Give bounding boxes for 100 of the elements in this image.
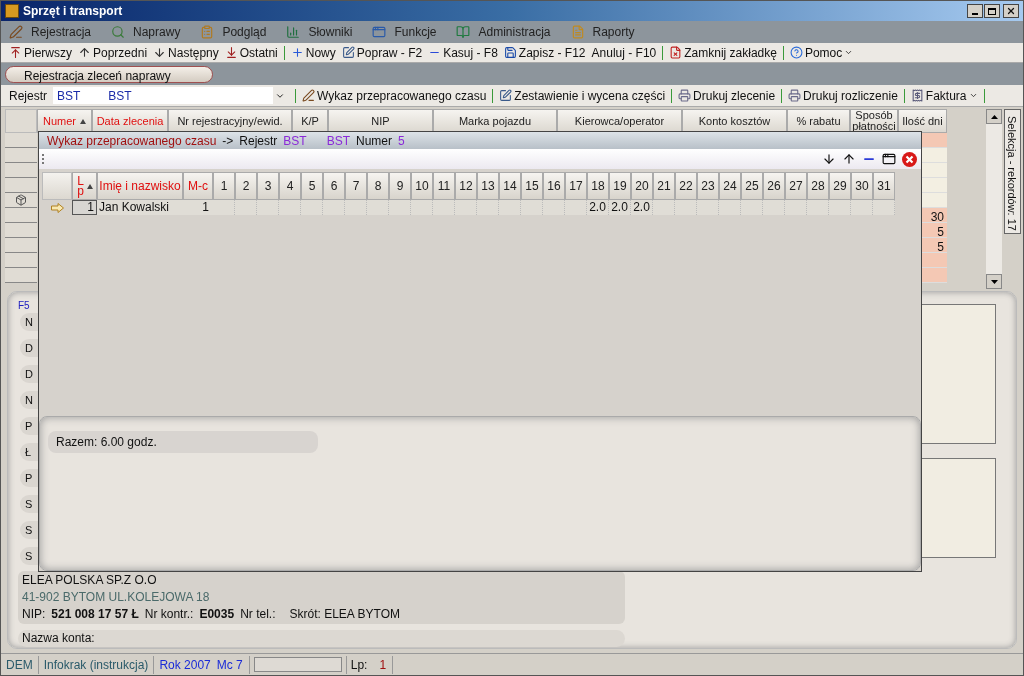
column-header[interactable]: 9 (389, 172, 411, 200)
toolbar-button[interactable]: Kasuj - F8 (428, 43, 498, 62)
column-header[interactable]: Marka pojazdu (433, 109, 557, 133)
maximize-button[interactable] (984, 4, 1000, 18)
scroll-down-icon[interactable] (990, 279, 998, 284)
column-header[interactable]: 18 (587, 172, 609, 200)
column-header[interactable]: Imię i nazwisko (97, 172, 183, 200)
row-header[interactable] (5, 253, 37, 268)
column-header[interactable]: % rabatu (787, 109, 850, 133)
column-header[interactable]: 12 (455, 172, 477, 200)
toolbar-button[interactable]: Zamknij zakładkę (669, 43, 777, 62)
row-header-corner (42, 172, 72, 200)
toolbar-button[interactable]: Drukuj rozliczenie (788, 86, 898, 105)
toolbar-button[interactable]: Nowy (290, 43, 336, 62)
menu-item[interactable]: Rejestracja (9, 23, 92, 41)
column-header[interactable]: 19 (609, 172, 631, 200)
column-header[interactable]: Kierowca/operator (557, 109, 682, 133)
column-header[interactable]: 27 (785, 172, 807, 200)
table-cell (367, 200, 389, 215)
column-header[interactable]: Numer (37, 109, 92, 133)
row-header[interactable] (5, 178, 37, 193)
menu-item[interactable]: Raporty (570, 23, 635, 41)
maximize-icon[interactable] (882, 152, 896, 166)
row-header[interactable] (5, 148, 37, 163)
column-header[interactable]: Konto kosztów (682, 109, 787, 133)
scrollbar[interactable] (986, 109, 1002, 289)
close-button[interactable] (1003, 4, 1019, 18)
row-header[interactable] (5, 133, 37, 148)
column-header[interactable]: Data zlecenia (92, 109, 168, 133)
column-header[interactable]: 1 (213, 172, 235, 200)
menu-item[interactable]: Funkcje (372, 23, 437, 41)
column-header[interactable]: 16 (543, 172, 565, 200)
toolbar-button[interactable]: Poprzedni (78, 43, 148, 62)
arrow-text: -> (222, 132, 234, 150)
column-header[interactable]: 21 (653, 172, 675, 200)
column-header[interactable]: 13 (477, 172, 499, 200)
menu-item[interactable]: Naprawy (111, 23, 181, 41)
column-header[interactable]: 26 (763, 172, 785, 200)
column-header[interactable]: 22 (675, 172, 697, 200)
row-header[interactable] (5, 223, 37, 238)
toolbar-button[interactable]: Zapisz - F12 (503, 43, 586, 62)
column-header[interactable]: M-c (183, 172, 213, 200)
menu-item[interactable]: Podgląd (200, 23, 267, 41)
column-header[interactable]: K/P (292, 109, 328, 133)
toolbar-button[interactable]: Ostatni (224, 43, 278, 62)
row-header[interactable] (5, 163, 37, 178)
column-header[interactable]: 28 (807, 172, 829, 200)
toolbar-button[interactable]: Następny (153, 43, 219, 62)
column-header[interactable]: L p (72, 172, 97, 200)
column-header[interactable]: 4 (279, 172, 301, 200)
toolbar-button[interactable]: Faktura (910, 86, 978, 105)
column-header[interactable]: 14 (499, 172, 521, 200)
side-tab[interactable]: Selekcja - rekordów: 17 (1003, 109, 1021, 234)
column-header[interactable]: 2 (235, 172, 257, 200)
menu-item[interactable]: Administracja (456, 23, 551, 41)
column-header[interactable]: 7 (345, 172, 367, 200)
column-header[interactable]: 5 (301, 172, 323, 200)
table-cell (697, 200, 719, 215)
document-tab[interactable]: Rejestracja zleceń naprawy (5, 65, 213, 83)
toolbar-button[interactable]: Pierwszy (9, 43, 72, 62)
column-header[interactable]: 8 (367, 172, 389, 200)
toolbar-button[interactable]: Zestawienie i wycena części (499, 86, 666, 105)
column-header[interactable]: 6 (323, 172, 345, 200)
column-header[interactable]: 11 (433, 172, 455, 200)
toolbar-button[interactable]: Drukuj zlecenie (678, 86, 776, 105)
close-icon[interactable] (902, 151, 917, 167)
scroll-up-icon[interactable] (990, 114, 998, 119)
minimize-button[interactable] (967, 4, 983, 18)
column-header[interactable]: 10 (411, 172, 433, 200)
column-header[interactable]: NIP (328, 109, 433, 133)
column-header[interactable]: 17 (565, 172, 587, 200)
column-header[interactable]: Nr rejestracyjny/ewid. (168, 109, 292, 133)
table-cell (301, 200, 323, 215)
toolbar-button[interactable]: Wykaz przepracowanego czasu (302, 86, 487, 105)
menu-item[interactable]: Słowniki (286, 23, 353, 41)
table-cell (345, 200, 367, 215)
column-header[interactable]: 30 (851, 172, 873, 200)
table-cell (433, 200, 455, 215)
help-icon (789, 46, 803, 59)
column-header[interactable]: 3 (257, 172, 279, 200)
toolbar-button[interactable]: Pomoc (789, 43, 854, 62)
hotkey-label: F5 (18, 299, 31, 313)
column-header[interactable]: 29 (829, 172, 851, 200)
toolbar-button[interactable]: Popraw - F2 (341, 43, 423, 62)
table-cell: 2.0 (609, 200, 631, 215)
column-header[interactable]: 31 (873, 172, 895, 200)
toolbar-button[interactable]: Anuluj - F10 (591, 43, 657, 62)
column-header[interactable]: Ilość dni (898, 109, 947, 133)
row-header[interactable] (5, 238, 37, 253)
sort-icon (80, 118, 86, 124)
row-header[interactable] (5, 268, 37, 283)
column-header[interactable]: 20 (631, 172, 653, 200)
row-header[interactable] (5, 193, 37, 208)
company-name: ELEA POLSKA SP.Z O.O (22, 572, 158, 589)
row-header[interactable] (5, 208, 37, 223)
column-header[interactable]: 23 (697, 172, 719, 200)
column-header[interactable]: Sposób płatności (850, 109, 898, 133)
column-header[interactable]: 24 (719, 172, 741, 200)
column-header[interactable]: 15 (521, 172, 543, 200)
column-header[interactable]: 25 (741, 172, 763, 200)
